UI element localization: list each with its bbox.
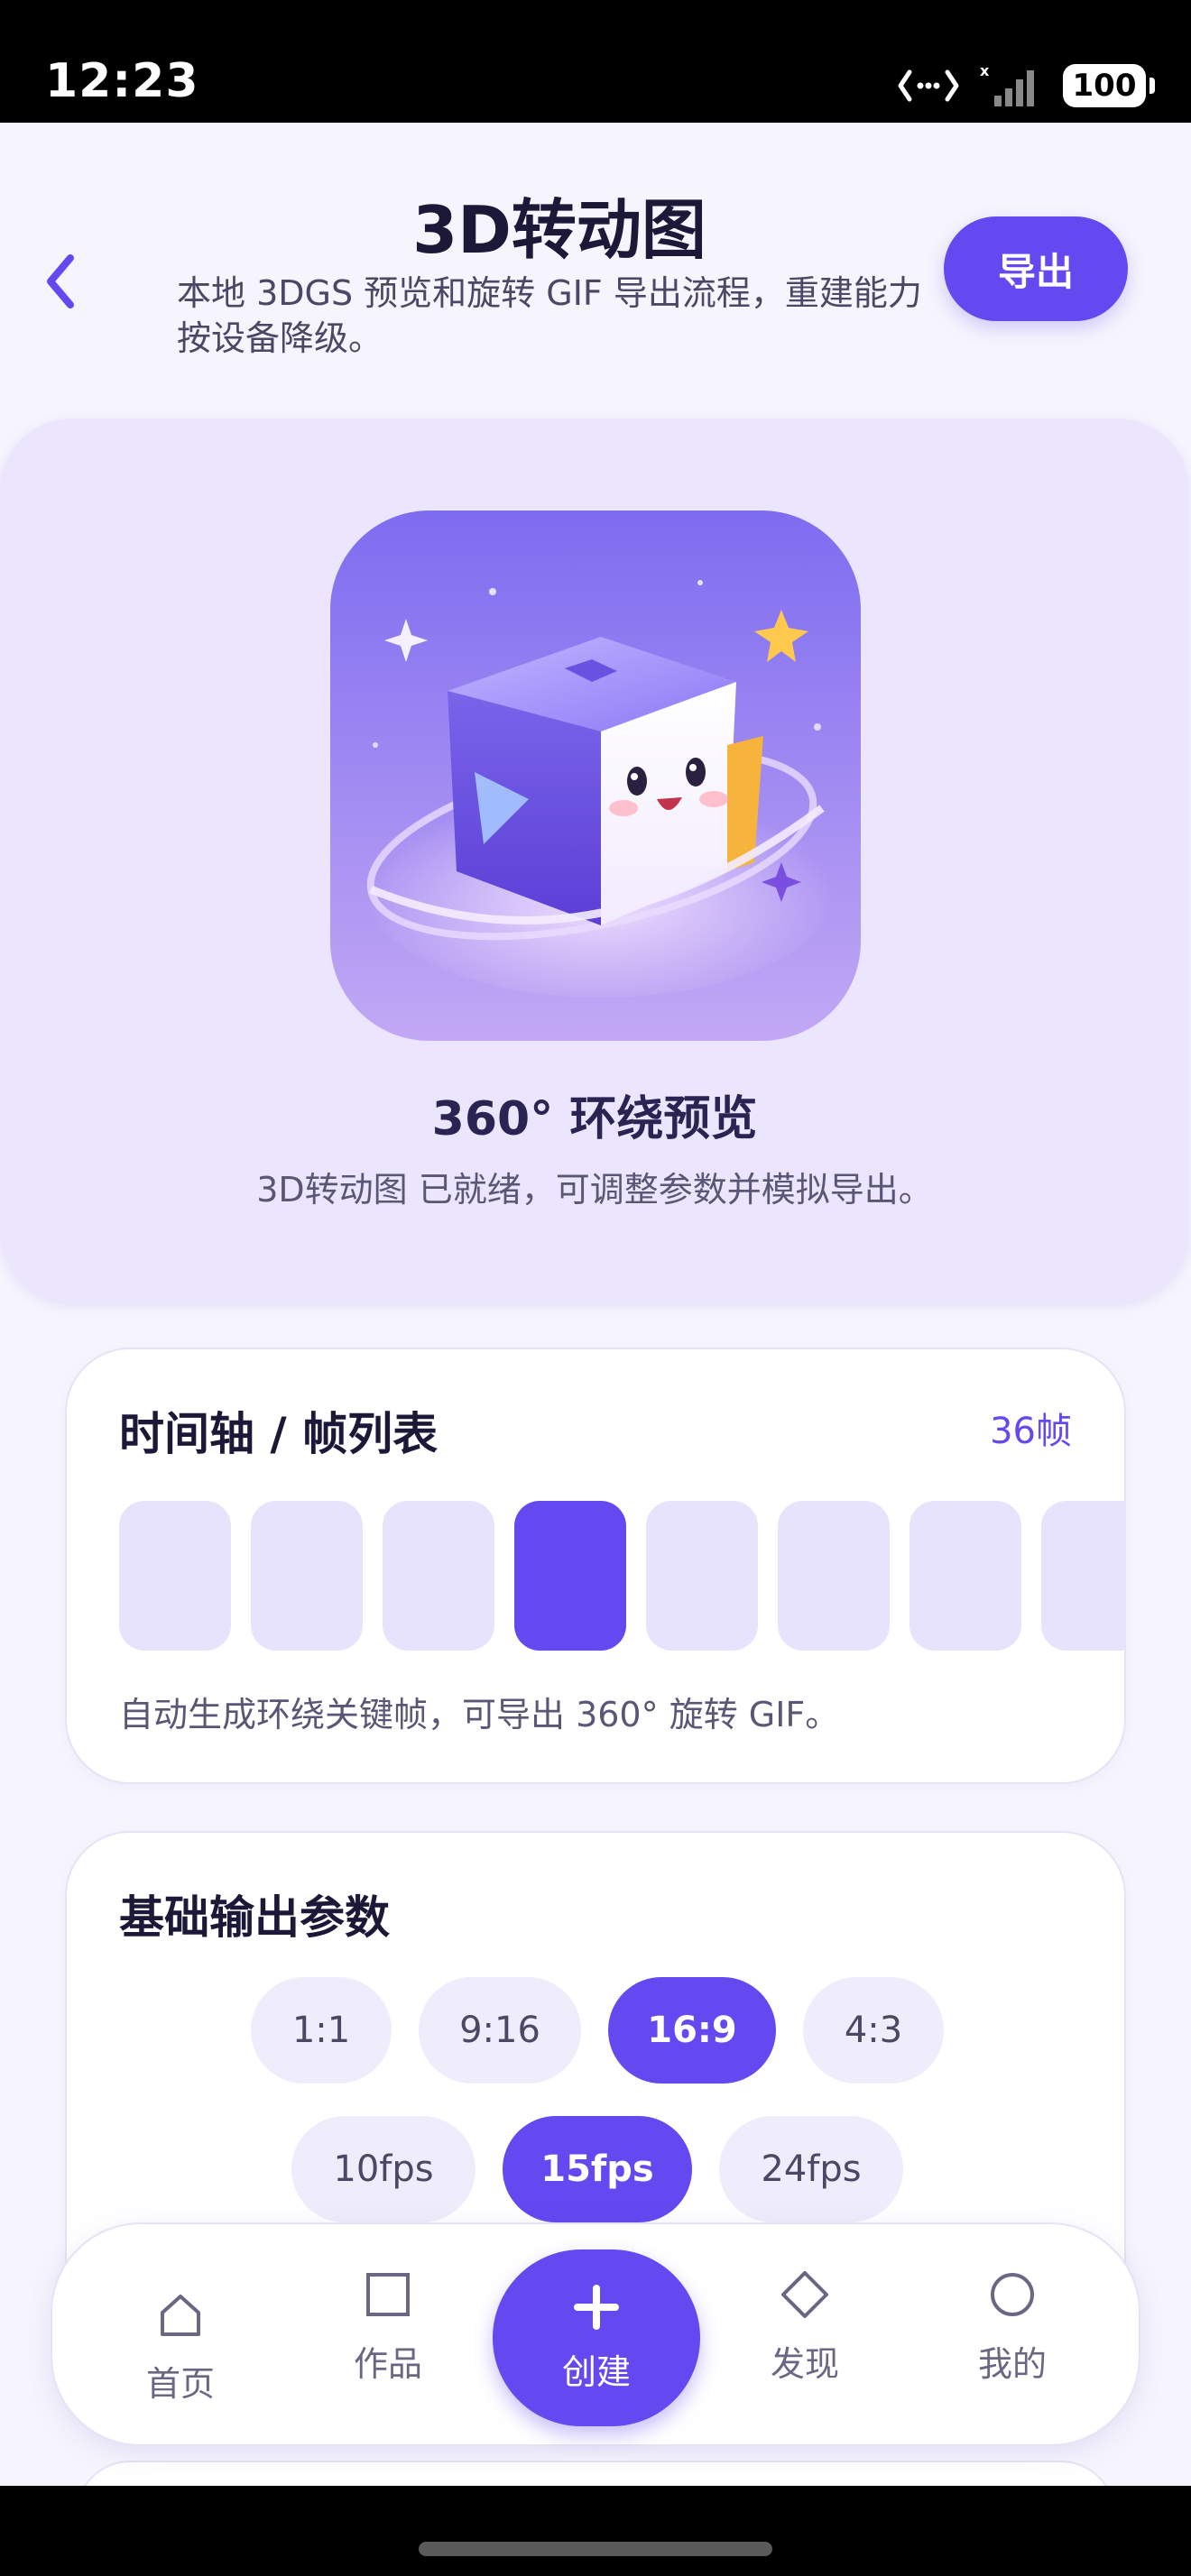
home-indicator[interactable] bbox=[419, 2542, 772, 2556]
page-subtitle: 本地 3DGS 预览和旋转 GIF 导出流程，重建能力按设备降级。 bbox=[177, 273, 922, 358]
timeline-title: 时间轴 / 帧列表 bbox=[119, 1408, 439, 1460]
circle-icon bbox=[991, 2272, 1034, 2316]
nav-item-profile[interactable]: 我的 bbox=[922, 2237, 1103, 2417]
fps-chip[interactable]: 10fps bbox=[291, 2116, 475, 2222]
ratio-chip[interactable]: 9:16 bbox=[419, 1977, 581, 2084]
nav-label: 我的 bbox=[977, 2343, 1047, 2384]
frame-thumb[interactable] bbox=[251, 1501, 363, 1651]
fps-chip-selected[interactable]: 15fps bbox=[503, 2116, 692, 2222]
preview-description: 3D转动图 已就绪，可调整参数并模拟导出。 bbox=[256, 1170, 933, 1210]
nav-label: 作品 bbox=[353, 2343, 422, 2384]
nav-item-create[interactable]: 创建 bbox=[493, 2249, 700, 2426]
square-icon bbox=[366, 2272, 410, 2316]
fps-options: 10fps 15fps 24fps bbox=[67, 2116, 1124, 2222]
frame-list bbox=[119, 1501, 1124, 1651]
status-icons: x 100 bbox=[897, 63, 1155, 108]
bottom-nav: 首页 作品 创建 发现 我的 bbox=[51, 2222, 1140, 2446]
nav-item-works[interactable]: 作品 bbox=[298, 2237, 478, 2417]
status-time: 12:23 bbox=[45, 54, 199, 108]
battery-icon: 100 bbox=[1063, 64, 1155, 107]
export-button[interactable]: 导出 bbox=[944, 216, 1128, 321]
timeline-note: 自动生成环绕关键帧，可导出 360° 旋转 GIF。 bbox=[119, 1695, 840, 1734]
nav-label: 发现 bbox=[770, 2343, 839, 2384]
frame-thumb[interactable] bbox=[909, 1501, 1021, 1651]
nav-label: 创建 bbox=[561, 2351, 631, 2392]
frame-thumb[interactable] bbox=[646, 1501, 758, 1651]
home-icon bbox=[161, 2294, 200, 2336]
cube-mascot-illustration bbox=[330, 511, 861, 1041]
diamond-icon bbox=[781, 2270, 828, 2318]
plus-icon bbox=[574, 2284, 619, 2330]
ratio-chip[interactable]: 1:1 bbox=[251, 1977, 392, 2084]
system-home-bar bbox=[0, 2486, 1191, 2576]
svg-text:x: x bbox=[980, 63, 990, 79]
frame-thumb-active[interactable] bbox=[514, 1501, 626, 1651]
preview-title: 360° 环绕预览 bbox=[431, 1092, 758, 1146]
signal-icon: x bbox=[980, 63, 1034, 106]
fps-chip[interactable]: 24fps bbox=[719, 2116, 903, 2222]
ratio-chip-selected[interactable]: 16:9 bbox=[608, 1977, 776, 2084]
frame-thumb[interactable] bbox=[119, 1501, 231, 1651]
frame-thumb[interactable] bbox=[778, 1501, 890, 1651]
ratio-chip[interactable]: 4:3 bbox=[803, 1977, 944, 2084]
nav-label: 首页 bbox=[145, 2363, 215, 2404]
params-title: 基础输出参数 bbox=[119, 1891, 390, 1944]
ratio-options: 1:1 9:16 16:9 4:3 bbox=[67, 1977, 1124, 2084]
frame-thumb[interactable] bbox=[1041, 1501, 1124, 1651]
status-bar: 12:23 x 100 bbox=[0, 0, 1191, 123]
frame-count: 36帧 bbox=[990, 1411, 1072, 1452]
preview-card: 360° 环绕预览 3D转动图 已就绪，可调整参数并模拟导出。 bbox=[0, 419, 1189, 1302]
nav-item-home[interactable]: 首页 bbox=[90, 2257, 271, 2437]
page-header: 3D转动图 本地 3DGS 预览和旋转 GIF 导出流程，重建能力按设备降级。 … bbox=[0, 123, 1191, 393]
nav-item-discover[interactable]: 发现 bbox=[715, 2237, 895, 2417]
timeline-card: 时间轴 / 帧列表 36帧 自动生成环绕关键帧，可导出 360° 旋转 GIF。 bbox=[65, 1348, 1126, 1784]
network-arrows-icon bbox=[898, 69, 959, 102]
frame-thumb[interactable] bbox=[383, 1501, 494, 1651]
